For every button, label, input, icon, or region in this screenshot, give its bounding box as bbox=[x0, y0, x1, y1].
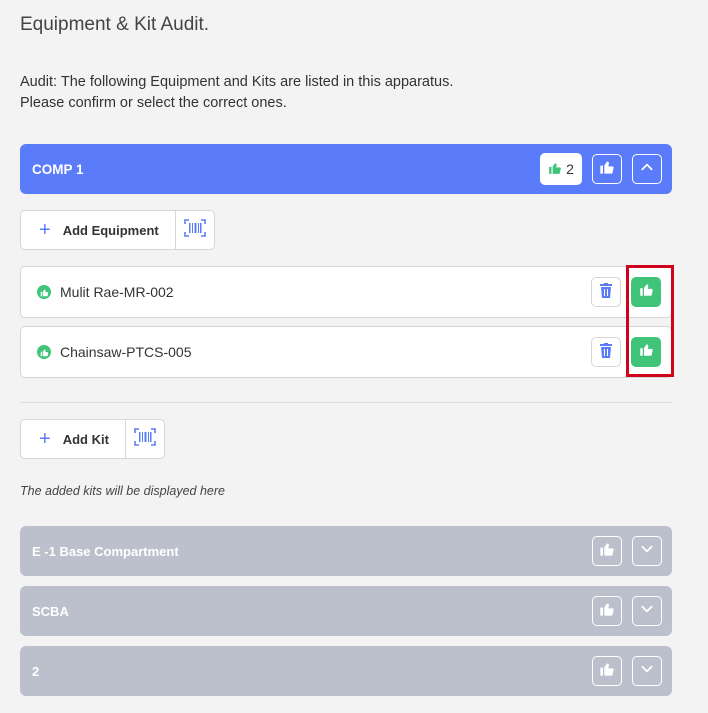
plus-icon: + bbox=[39, 428, 51, 450]
intro-line-2: Please confirm or select the correct one… bbox=[20, 95, 287, 111]
scan-kit-button[interactable] bbox=[126, 420, 164, 458]
intro-line-1: Audit: The following Equipment and Kits … bbox=[20, 74, 454, 90]
trash-icon bbox=[599, 282, 613, 303]
audit-instructions: Audit: The following Equipment and Kits … bbox=[20, 72, 453, 114]
confirm-compartment-button[interactable] bbox=[592, 154, 622, 184]
kit-header[interactable]: 2 bbox=[20, 646, 672, 696]
compartment-header[interactable]: COMP 1 2 bbox=[20, 144, 672, 194]
expand-kit-button[interactable] bbox=[632, 596, 662, 626]
confirmed-status-icon bbox=[37, 345, 51, 359]
delete-equipment-button[interactable] bbox=[591, 337, 621, 367]
expand-kit-button[interactable] bbox=[632, 536, 662, 566]
add-equipment-group: + Add Equipment bbox=[20, 210, 215, 250]
confirmed-status-icon bbox=[37, 285, 51, 299]
thumbs-up-icon bbox=[599, 541, 615, 562]
delete-equipment-button[interactable] bbox=[591, 277, 621, 307]
add-kit-button[interactable]: + Add Kit bbox=[21, 420, 126, 458]
add-kit-label: Add Kit bbox=[62, 431, 109, 447]
expand-kit-button[interactable] bbox=[632, 656, 662, 686]
trash-icon bbox=[599, 342, 613, 363]
kit-header[interactable]: E -1 Base Compartment bbox=[20, 526, 672, 576]
confirm-kit-button[interactable] bbox=[592, 536, 622, 566]
plus-icon: + bbox=[39, 219, 51, 241]
kits-placeholder-note: The added kits will be displayed here bbox=[20, 484, 225, 498]
chevron-down-icon bbox=[640, 662, 654, 681]
thumbs-up-icon bbox=[599, 661, 615, 682]
section-divider bbox=[20, 402, 672, 403]
confirm-kit-button[interactable] bbox=[592, 596, 622, 626]
add-equipment-button[interactable]: + Add Equipment bbox=[21, 211, 176, 249]
compartment-title: COMP 1 bbox=[32, 161, 84, 177]
thumbs-up-icon bbox=[639, 342, 654, 362]
confirmed-count-badge: 2 bbox=[540, 153, 582, 185]
thumbs-up-icon bbox=[599, 601, 615, 622]
thumbs-up-icon bbox=[599, 159, 615, 180]
chevron-up-icon bbox=[640, 160, 654, 179]
add-kit-group: + Add Kit bbox=[20, 419, 165, 459]
kit-title: 2 bbox=[32, 663, 40, 679]
chevron-down-icon bbox=[640, 602, 654, 621]
barcode-scan-icon bbox=[183, 218, 206, 242]
equipment-row: Chainsaw-PTCS-005 bbox=[20, 326, 672, 378]
confirmed-count: 2 bbox=[566, 161, 574, 177]
equipment-name: Chainsaw-PTCS-005 bbox=[60, 344, 192, 360]
chevron-down-icon bbox=[640, 542, 654, 561]
confirm-equipment-button[interactable] bbox=[631, 277, 661, 307]
thumbs-up-icon bbox=[639, 282, 654, 302]
equipment-row: Mulit Rae-MR-002 bbox=[20, 266, 672, 318]
scan-equipment-button[interactable] bbox=[176, 211, 214, 249]
page-title: Equipment & Kit Audit. bbox=[20, 14, 210, 35]
confirm-equipment-button[interactable] bbox=[631, 337, 661, 367]
kit-title: SCBA bbox=[32, 603, 69, 619]
kit-header[interactable]: SCBA bbox=[20, 586, 672, 636]
confirm-kit-button[interactable] bbox=[592, 656, 622, 686]
add-equipment-label: Add Equipment bbox=[62, 222, 159, 238]
barcode-scan-icon bbox=[134, 427, 156, 451]
kit-title: E -1 Base Compartment bbox=[32, 543, 179, 559]
collapse-compartment-button[interactable] bbox=[632, 154, 662, 184]
thumbs-up-icon bbox=[548, 161, 562, 178]
equipment-name: Mulit Rae-MR-002 bbox=[60, 284, 174, 300]
